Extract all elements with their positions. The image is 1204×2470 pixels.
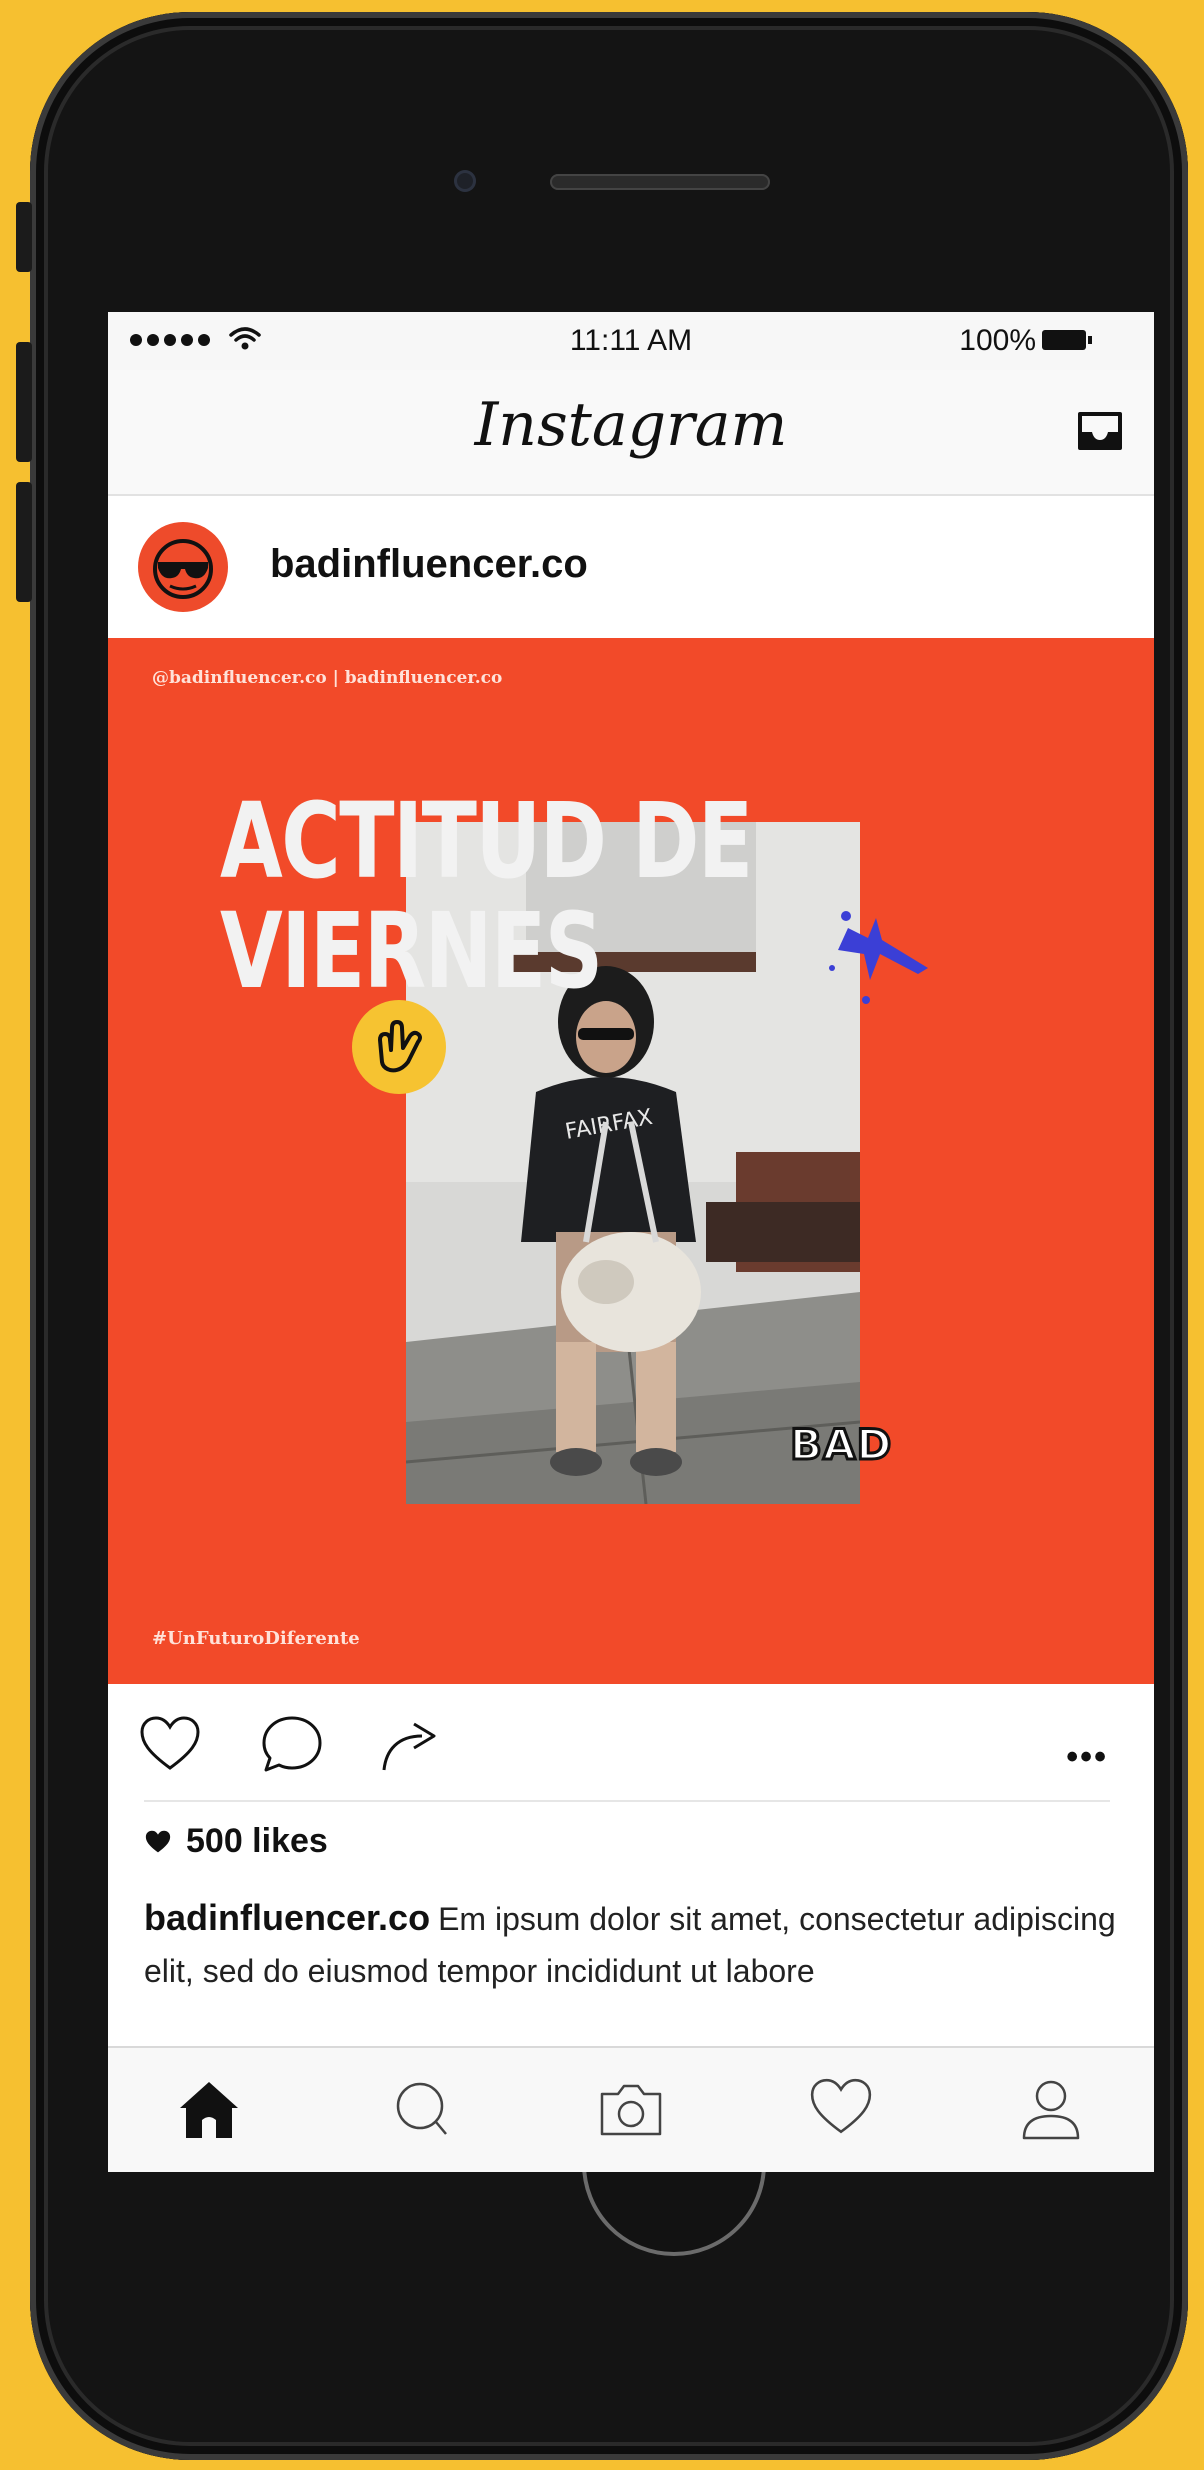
instagram-logo[interactable]: Instagram [108, 390, 1154, 460]
home-icon[interactable] [176, 2076, 242, 2142]
post-header: badinfluencer.co [108, 496, 1154, 638]
headline-line-2: VIERNES [220, 890, 603, 1012]
mute-switch [16, 202, 32, 272]
rock-hand-icon [352, 1000, 446, 1094]
phone-screen: 11:11 AM 100% Instagram badinfluencer.co… [108, 312, 1154, 2172]
search-icon[interactable] [390, 2076, 456, 2142]
post-username[interactable]: badinfluencer.co [270, 542, 588, 587]
battery-percent: 100% [959, 324, 1036, 357]
filled-heart-icon [145, 1830, 171, 1852]
top-nav-bar: Instagram [108, 370, 1154, 496]
more-icon[interactable]: ••• [1066, 1738, 1108, 1777]
headline-line-1: ACTITUD DE [220, 780, 753, 902]
status-bar: 11:11 AM 100% [108, 312, 1154, 370]
bad-sticker: BAD [788, 1419, 893, 1471]
front-camera [454, 170, 476, 192]
post-actions: ••• [108, 1684, 1154, 1802]
activity-heart-icon[interactable] [808, 2076, 874, 2138]
post-image[interactable]: @badinfluencer.co | badinfluencer.co FAI… [108, 638, 1154, 1684]
volume-up-button [16, 342, 32, 462]
image-hashtag: #UnFuturoDiferente [152, 1628, 360, 1649]
earpiece-speaker [550, 174, 770, 190]
post-headline: ACTITUD DE VIERNES [220, 780, 753, 1012]
avatar[interactable] [138, 522, 228, 612]
action-divider [144, 1800, 1110, 1802]
share-icon[interactable] [378, 1714, 442, 1774]
bottom-tab-bar [108, 2046, 1154, 2172]
caption-username[interactable]: badinfluencer.co [144, 1897, 430, 1938]
inbox-icon[interactable] [1074, 404, 1126, 456]
likes-count[interactable]: 500 likes [144, 1822, 328, 1861]
battery-icon [1042, 330, 1092, 350]
paint-splat-icon [829, 911, 928, 1004]
post-caption: badinfluencer.co Em ipsum dolor sit amet,… [144, 1892, 1124, 1997]
likes-label: 500 likes [186, 1822, 328, 1860]
comment-icon[interactable] [260, 1714, 324, 1774]
camera-icon[interactable] [596, 2076, 666, 2142]
heart-icon[interactable] [138, 1714, 202, 1774]
profile-icon[interactable] [1018, 2076, 1084, 2142]
image-credit: @badinfluencer.co | badinfluencer.co [152, 668, 503, 688]
volume-down-button [16, 482, 32, 602]
